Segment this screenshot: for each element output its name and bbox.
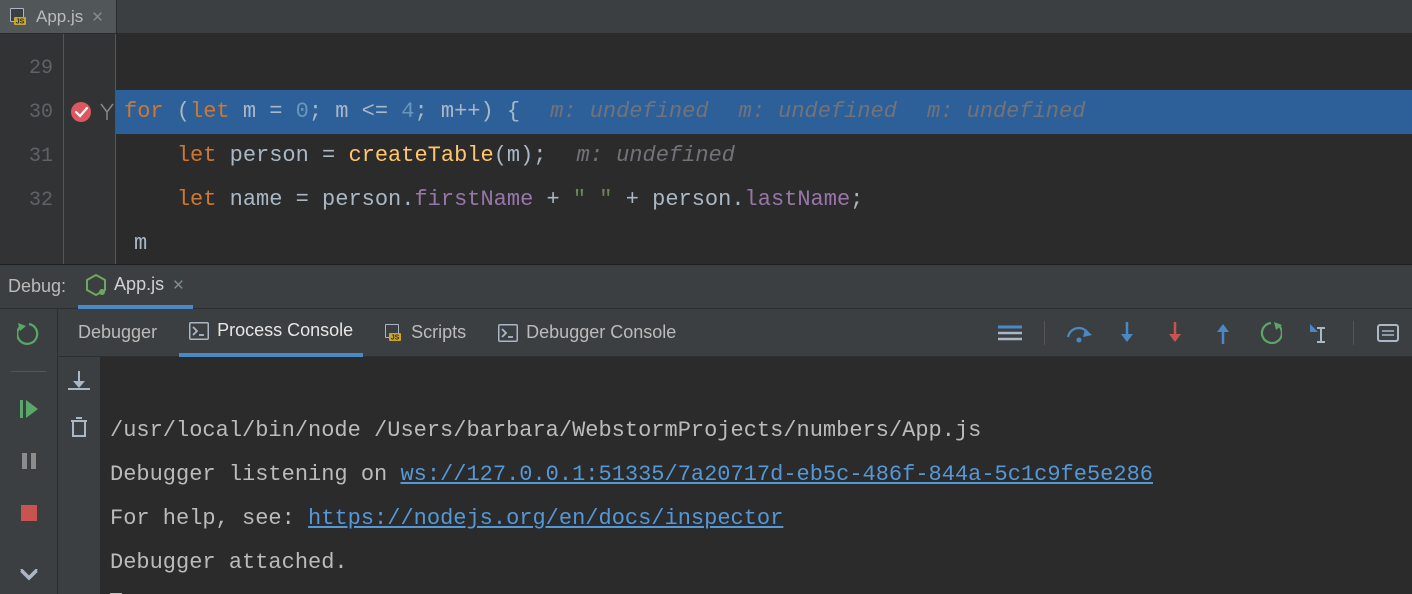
tab-debugger[interactable]: Debugger: [68, 309, 167, 357]
line-number: 31: [0, 134, 63, 178]
debug-tool-window: Debug: App.js ✕: [0, 264, 1412, 594]
debug-title: Debug:: [8, 276, 66, 297]
debug-session-label: App.js: [114, 274, 164, 295]
inline-variable-value: m: undefined: [550, 90, 708, 134]
editor-tab-label: App.js: [36, 7, 83, 27]
console-line: Debugger attached.: [110, 550, 348, 575]
line-number-gutter: 29 30 31 32: [0, 34, 64, 264]
console-link[interactable]: https://nodejs.org/en/docs/inspector: [308, 506, 783, 531]
inline-variable-value: m: undefined: [577, 134, 735, 178]
console-line: /usr/local/bin/node /Users/barbara/Webst…: [110, 418, 981, 443]
tab-process-console[interactable]: Process Console: [179, 309, 363, 357]
stop-button[interactable]: [14, 498, 44, 528]
code-line[interactable]: for (let m = 0; m <= 4; m++) {m: undefin…: [116, 90, 1412, 134]
console-output[interactable]: /usr/local/bin/node /Users/barbara/Webst…: [100, 357, 1412, 594]
console-icon: [498, 324, 518, 342]
line-number: 30: [0, 90, 63, 134]
nodejs-icon: [86, 274, 106, 296]
force-step-into-button[interactable]: [1161, 319, 1189, 347]
run-to-cursor-button[interactable]: [1305, 319, 1333, 347]
code-editor[interactable]: 29 30 31 32 for (let m = 0; m <= 4; m++)…: [0, 34, 1412, 264]
completion-hint: m: [116, 222, 1412, 266]
svg-text:JS: JS: [16, 18, 25, 25]
code-content[interactable]: for (let m = 0; m <= 4; m++) {m: undefin…: [116, 34, 1412, 264]
console-gutter: [58, 357, 100, 594]
resume-button[interactable]: [14, 394, 44, 424]
more-icon[interactable]: [14, 560, 44, 590]
pause-button[interactable]: [14, 446, 44, 476]
step-into-button[interactable]: [1113, 319, 1141, 347]
tab-scripts[interactable]: JS Scripts: [375, 309, 476, 357]
console-line: Debugger listening on: [110, 462, 400, 487]
code-line[interactable]: let name = person.firstName + " " + pers…: [116, 178, 1412, 222]
line-number: 32: [0, 178, 63, 222]
debug-session-tab[interactable]: App.js ✕: [78, 265, 193, 309]
debug-header: Debug: App.js ✕: [0, 265, 1412, 309]
rerun-button[interactable]: [14, 319, 44, 349]
drop-frame-button[interactable]: [1257, 319, 1285, 347]
code-line[interactable]: let person = createTable(m);m: undefined: [116, 134, 1412, 178]
js-file-icon: JS: [385, 324, 403, 342]
clear-all-icon[interactable]: [65, 413, 93, 441]
code-line[interactable]: [116, 46, 1412, 90]
console-line: For help, see:: [110, 506, 308, 531]
console-link[interactable]: ws://127.0.0.1:51335/7a20717d-eb5c-486f-…: [400, 462, 1153, 487]
debug-action-sidebar: [0, 309, 58, 594]
editor-tab-app-js[interactable]: JS App.js ✕: [0, 0, 117, 33]
show-execution-point-button[interactable]: [996, 319, 1024, 347]
close-icon[interactable]: ✕: [172, 276, 185, 294]
step-over-button[interactable]: [1065, 319, 1093, 347]
fold-gutter[interactable]: [98, 34, 116, 264]
scroll-to-end-icon[interactable]: [65, 367, 93, 395]
line-number: 29: [0, 46, 63, 90]
breakpoint-gutter[interactable]: [64, 34, 98, 264]
editor-tab-bar: JS App.js ✕: [0, 0, 1412, 34]
inline-variable-value: m: undefined: [739, 90, 897, 134]
tab-debugger-console[interactable]: Debugger Console: [488, 309, 686, 357]
fold-handle-icon[interactable]: [98, 90, 115, 134]
breakpoint-icon[interactable]: [64, 90, 98, 134]
console-icon: [189, 322, 209, 340]
svg-text:JS: JS: [391, 334, 400, 341]
js-file-icon: JS: [10, 8, 28, 26]
step-out-button[interactable]: [1209, 319, 1237, 347]
close-icon[interactable]: ✕: [91, 8, 104, 26]
evaluate-expression-button[interactable]: [1374, 319, 1402, 347]
inline-variable-value: m: undefined: [927, 90, 1085, 134]
debug-subtab-bar: Debugger Process Console JS: [58, 309, 1412, 357]
